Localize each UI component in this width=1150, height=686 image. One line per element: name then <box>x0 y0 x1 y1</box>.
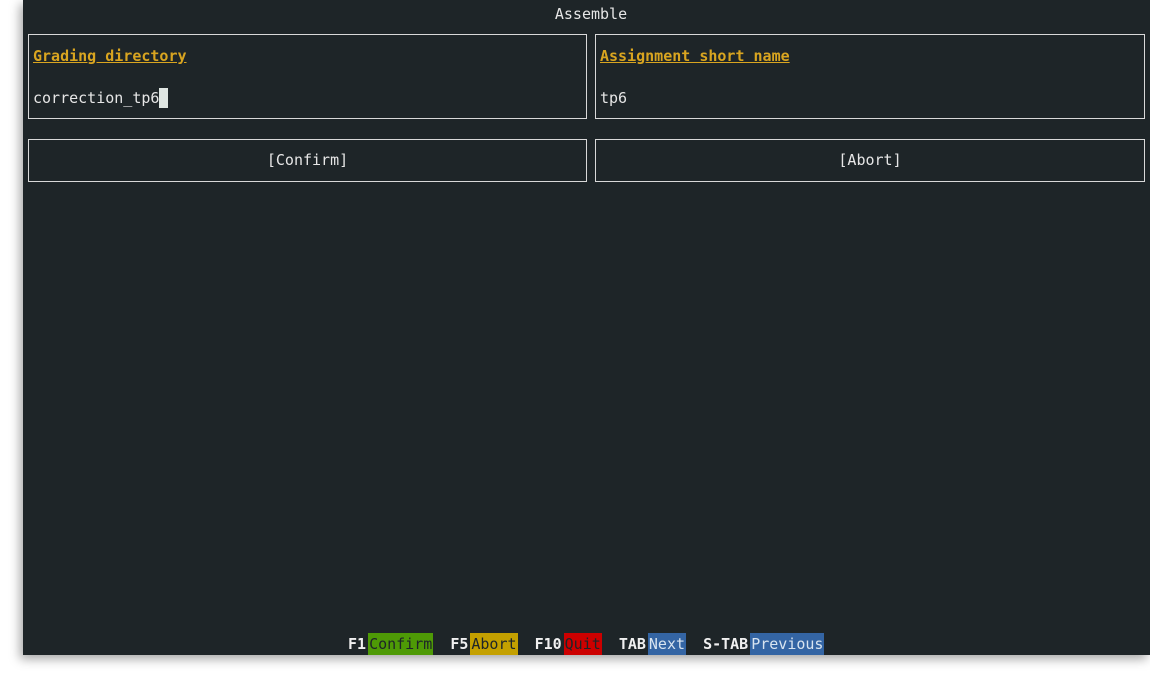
shortcut-previous[interactable]: Previous <box>750 633 825 655</box>
shortcut-abort[interactable]: Abort <box>470 633 518 655</box>
assignment-short-name-input[interactable]: tp6 <box>600 88 627 108</box>
grading-directory-input[interactable]: correction_tp6 <box>33 88 169 108</box>
dialog-title: Assemble <box>554 5 628 23</box>
confirm-button[interactable]: [Confirm] <box>28 139 587 182</box>
text-cursor <box>159 88 169 108</box>
assignment-short-name-label: Assignment short name <box>600 47 790 65</box>
grading-directory-value: correction_tp6 <box>33 89 160 107</box>
shortcut-quit[interactable]: Quit <box>563 633 602 655</box>
shortcut-key-f5: F5 <box>450 635 469 653</box>
shortcut-next[interactable]: Next <box>647 633 687 655</box>
grading-directory-label: Grading directory <box>33 47 187 65</box>
shortcut-key-f10: F10 <box>534 635 562 653</box>
shortcut-key-tab: TAB <box>618 635 646 653</box>
shortcut-key-stab: S-TAB <box>703 635 749 653</box>
shortcut-confirm[interactable]: Confirm <box>368 633 434 655</box>
assignment-short-name-field[interactable]: Assignment short name tp6 <box>595 34 1145 119</box>
abort-button[interactable]: [Abort] <box>595 139 1145 182</box>
grading-directory-field[interactable]: Grading directory correction_tp6 <box>28 34 587 119</box>
shortcut-key-f1: F1 <box>348 635 367 653</box>
shortcut-bar: F1 Confirm F5 Abort F10 Quit TAB Next S-TAB P… <box>348 633 825 655</box>
terminal-window: Assemble Grading directory correction_tp… <box>23 0 1150 655</box>
